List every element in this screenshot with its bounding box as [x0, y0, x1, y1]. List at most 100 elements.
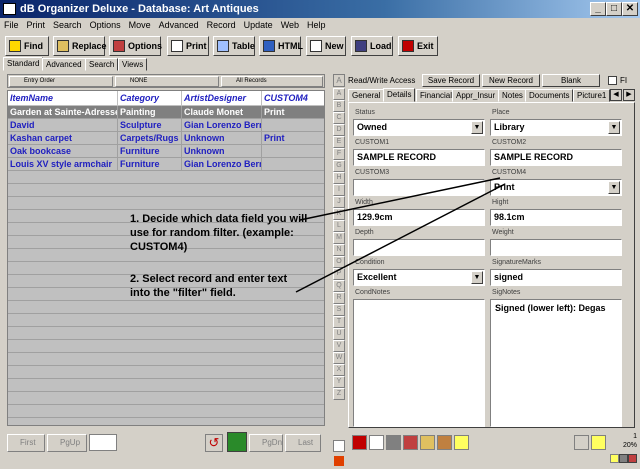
status-select[interactable]: Owned ▼: [353, 119, 485, 136]
pgdn-button[interactable]: PgDn: [249, 434, 283, 452]
signotes-textarea[interactable]: Signed (lower left): Degas: [490, 299, 622, 427]
abc-icon[interactable]: [227, 432, 247, 452]
records-dropdown[interactable]: All Records: [221, 76, 323, 87]
menu-advanced[interactable]: Advanced: [155, 18, 203, 33]
fi-checkbox[interactable]: [608, 76, 617, 85]
alpha-all-button[interactable]: A: [333, 74, 345, 87]
trash-icon[interactable]: [386, 435, 401, 450]
alpha-button[interactable]: W: [333, 352, 345, 364]
close-button[interactable]: ✕: [622, 2, 638, 16]
new-record-button[interactable]: New Record: [482, 74, 540, 87]
save-record-button[interactable]: Save Record: [422, 74, 480, 87]
col-header-category[interactable]: Category: [118, 91, 182, 105]
last-button[interactable]: Last: [285, 434, 321, 452]
tab-search[interactable]: Search: [85, 58, 119, 71]
alpha-button[interactable]: R: [333, 292, 345, 304]
chevron-down-icon[interactable]: ▼: [471, 271, 483, 284]
alpha-button[interactable]: O: [333, 256, 345, 268]
depth-field[interactable]: [353, 239, 485, 256]
alpha-button[interactable]: N: [333, 244, 345, 256]
tab-advanced[interactable]: Advanced: [42, 58, 86, 71]
menu-print[interactable]: Print: [23, 18, 50, 33]
menu-update[interactable]: Update: [240, 18, 277, 33]
tab-notes[interactable]: Notes: [498, 89, 527, 102]
refresh-icon[interactable]: ↺: [205, 434, 223, 452]
order-dropdown[interactable]: Entry Order: [9, 76, 113, 87]
alpha-button[interactable]: A: [333, 88, 345, 100]
pgup-button[interactable]: PgUp: [47, 434, 87, 452]
back-arrow-icon[interactable]: [352, 435, 367, 450]
alpha-button[interactable]: H: [333, 172, 345, 184]
find-button[interactable]: Find: [5, 36, 49, 56]
menu-file[interactable]: File: [0, 18, 23, 33]
tab-general[interactable]: General: [348, 89, 385, 102]
alpha-button[interactable]: G: [333, 160, 345, 172]
chevron-down-icon[interactable]: ▼: [608, 121, 620, 134]
first-button[interactable]: First: [7, 434, 45, 452]
blank-button[interactable]: Blank: [542, 74, 600, 87]
alpha-button[interactable]: C: [333, 112, 345, 124]
alpha-button[interactable]: D: [333, 124, 345, 136]
alpha-button[interactable]: J: [333, 196, 345, 208]
tab-standard[interactable]: Standard: [3, 57, 44, 71]
custom2-field[interactable]: SAMPLE RECORD: [490, 149, 622, 166]
paste-icon[interactable]: [437, 435, 452, 450]
custom1-field[interactable]: SAMPLE RECORD: [353, 149, 485, 166]
condnotes-textarea[interactable]: [353, 299, 485, 427]
alpha-button[interactable]: L: [333, 220, 345, 232]
filter-dropdown[interactable]: NONE: [115, 76, 219, 87]
alpha-button[interactable]: F: [333, 148, 345, 160]
chevron-down-icon[interactable]: ▼: [471, 121, 483, 134]
copy-icon[interactable]: [420, 435, 435, 450]
print-icon[interactable]: [369, 435, 384, 450]
tab-picture1[interactable]: Picture1: [573, 89, 611, 102]
alpha-button[interactable]: Q: [333, 280, 345, 292]
condition-select[interactable]: Excellent ▼: [353, 269, 485, 286]
col-header-custom4[interactable]: CUSTOM4: [262, 91, 324, 105]
down-arrow-icon[interactable]: [334, 456, 344, 466]
alpha-button[interactable]: Z: [333, 388, 345, 400]
width-field[interactable]: 129.9cm: [353, 209, 485, 226]
menu-help[interactable]: Help: [303, 18, 330, 33]
tab-scroll-left-icon[interactable]: ◀: [610, 89, 622, 101]
record-number-input[interactable]: [89, 434, 117, 451]
signature-field[interactable]: signed: [490, 269, 622, 286]
refresh-icon[interactable]: [403, 435, 418, 450]
maximize-button[interactable]: □: [606, 2, 622, 16]
alpha-button[interactable]: U: [333, 328, 345, 340]
tab-financial[interactable]: Financial: [416, 89, 457, 102]
alpha-button[interactable]: B: [333, 100, 345, 112]
hight-field[interactable]: 98.1cm: [490, 209, 622, 226]
tab-scroll-right-icon[interactable]: ▶: [623, 89, 635, 101]
prev-icon[interactable]: [574, 435, 589, 450]
col-header-artist[interactable]: ArtistDesigner: [182, 91, 262, 105]
col-header-itemname[interactable]: ItemName: [8, 91, 118, 105]
chevron-down-icon[interactable]: ▼: [608, 181, 620, 194]
side-checkbox[interactable]: [333, 440, 345, 452]
place-select[interactable]: Library ▼: [490, 119, 622, 136]
alpha-button[interactable]: V: [333, 340, 345, 352]
replace-button[interactable]: Replace: [53, 36, 107, 56]
alpha-button[interactable]: X: [333, 364, 345, 376]
alpha-button[interactable]: I: [333, 184, 345, 196]
alpha-button[interactable]: E: [333, 136, 345, 148]
menu-search[interactable]: Search: [49, 18, 86, 33]
custom3-field[interactable]: [353, 179, 485, 196]
tab-views[interactable]: Views: [118, 58, 148, 71]
alpha-button[interactable]: S: [333, 304, 345, 316]
lightbulb-icon[interactable]: [454, 435, 469, 450]
tab-details[interactable]: Details: [383, 88, 416, 102]
html-button[interactable]: HTML: [259, 36, 303, 56]
new-button[interactable]: New: [306, 36, 346, 56]
table-row[interactable]: DavidSculptureGian Lorenzo Bernini: [8, 119, 324, 132]
table-row-selected[interactable]: Garden at Sainte-Adresse Painting Claude M…: [8, 106, 324, 119]
print-button[interactable]: Print: [167, 36, 209, 56]
menu-record[interactable]: Record: [203, 18, 240, 33]
minimize-button[interactable]: _: [590, 2, 606, 16]
alpha-button[interactable]: T: [333, 316, 345, 328]
alpha-button[interactable]: P: [333, 268, 345, 280]
alpha-button[interactable]: Y: [333, 376, 345, 388]
menu-move[interactable]: Move: [125, 18, 155, 33]
menu-options[interactable]: Options: [86, 18, 125, 33]
menu-web[interactable]: Web: [277, 18, 303, 33]
